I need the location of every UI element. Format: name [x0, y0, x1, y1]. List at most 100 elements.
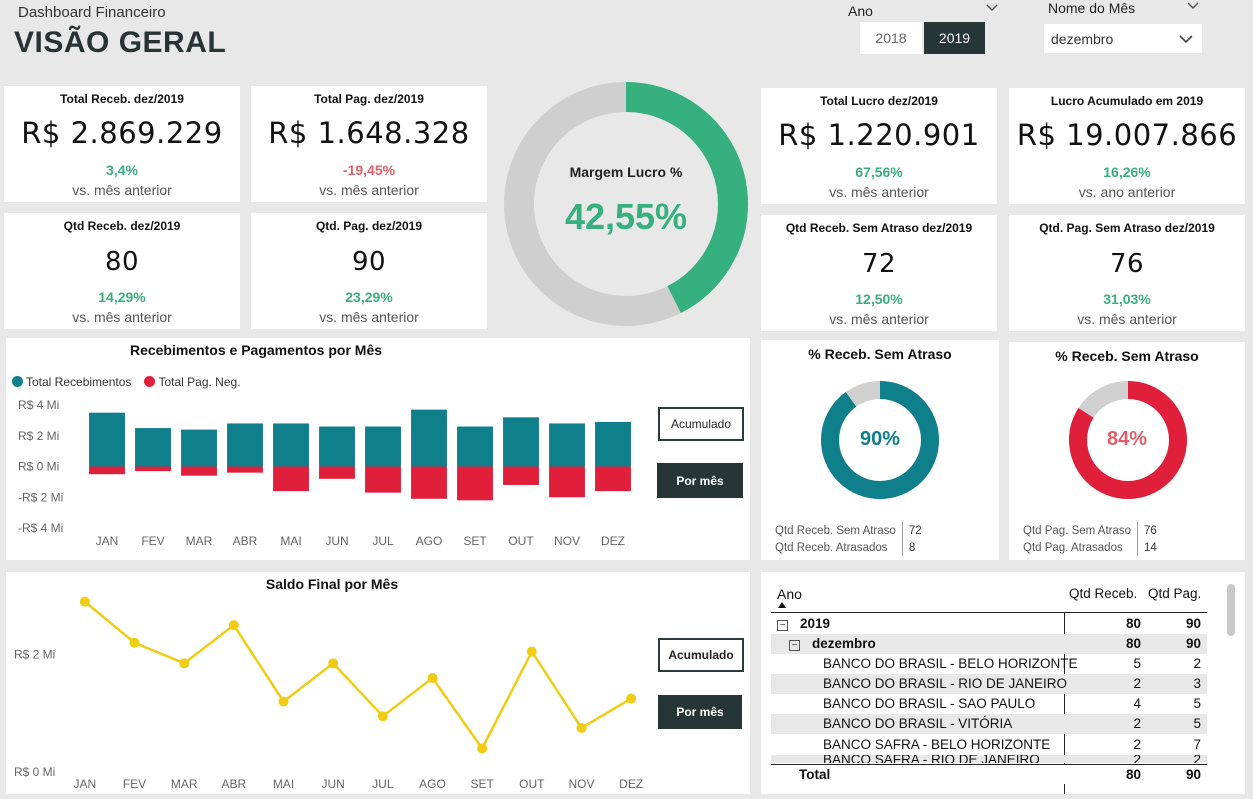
kpi-sub: vs. mês anterior	[319, 309, 419, 325]
matrix-header-qtd-pag[interactable]: Qtd Pag.	[1148, 586, 1201, 601]
kpi-title: Qtd Receb. dez/2019	[63, 219, 181, 233]
receb-donut-chart	[821, 381, 939, 499]
data-point	[427, 673, 438, 683]
row-label: Qtd Receb. Sem Atraso	[775, 524, 896, 537]
kpi-value: 72	[861, 249, 897, 279]
month-label: dezembro	[812, 636, 876, 651]
kpi-delta: 67,56%	[855, 164, 903, 180]
acumulado-button[interactable]: Acumulado	[658, 638, 744, 672]
row-label: Total	[799, 767, 831, 782]
table-row[interactable]: BANCO SAFRA - BELO HORIZONTE 2 7	[771, 735, 1207, 755]
bar-recebimentos	[549, 423, 585, 467]
por-mes-button[interactable]: Por mês	[657, 463, 743, 498]
pag-donut-card: % Receb. Sem Atraso 84% Qtd Pag. Sem Atr…	[1009, 342, 1245, 560]
table-row[interactable]: BANCO DO BRASIL - BELO HORIZONTE 5 2	[771, 654, 1207, 674]
month-slicer-collapse-icon[interactable]	[1186, 0, 1200, 14]
row-label: BANCO DO BRASIL - VITÓRIA	[823, 716, 1013, 731]
chevron-down-icon	[1178, 31, 1194, 50]
x-tick-label: AGO	[416, 534, 443, 548]
bar-pagamentos	[319, 466, 355, 479]
year-label: 2019	[800, 616, 831, 631]
x-tick-label: AGO	[419, 777, 446, 791]
line-chart-card: Saldo Final por Mês R$ 2 Mi R$ 0 Mi JAN FEV…	[6, 572, 750, 794]
kpi-title: Qtd. Pag. Sem Atraso dez/2019	[1039, 221, 1215, 235]
data-point	[129, 637, 140, 648]
y-tick-label: R$ 0 Mi	[18, 460, 59, 474]
matrix-header-qtd-receb[interactable]: Qtd Receb.	[1069, 586, 1137, 601]
matrix-row-total: Total 80 90	[771, 764, 1207, 784]
kpi-delta: 16,26%	[1103, 164, 1151, 180]
bar-recebimentos	[181, 429, 217, 467]
margin-donut-chart: Margem Lucro % 42,55%	[500, 78, 752, 330]
row-value: 4	[1133, 696, 1141, 711]
table-row[interactable]: BANCO DO BRASIL - RIO DE JANEIRO 2 3	[771, 674, 1207, 694]
kpi-delta: 3,4%	[106, 162, 138, 178]
bar-recebimentos	[365, 426, 401, 467]
year-option-2018[interactable]: 2018	[860, 22, 922, 54]
kpi-card-lucro-acumulado: Lucro Acumulado em 2019 R$ 19.007.866 16…	[1009, 88, 1245, 204]
row-value: 5	[1193, 696, 1201, 711]
y-tick-label: R$ 2 Mi	[18, 429, 59, 443]
row-value: 8	[901, 539, 928, 556]
row-label: Qtd Pag. Sem Atraso	[1023, 524, 1132, 537]
row-value: 76	[1137, 522, 1163, 539]
kpi-value: R$ 19.007.866	[1016, 118, 1238, 152]
table-row[interactable]: BANCO SAFRA - RIO DE JANEIRO 2 2	[771, 755, 1207, 763]
x-tick-label: JUN	[325, 534, 348, 548]
row-value: 5	[1193, 716, 1201, 731]
month-dropdown-value: dezembro	[1051, 31, 1114, 47]
matrix-row-year[interactable]: − 2019 80 90	[771, 614, 1207, 634]
y-tick-label: -R$ 2 Mi	[18, 490, 63, 504]
row-label: Qtd Pag. Atrasados	[1023, 541, 1123, 554]
pag-summary-table: Qtd Pag. Sem Atraso 76 Qtd Pag. Atrasados…	[1017, 522, 1163, 556]
row-value: 7	[1193, 737, 1201, 752]
row-label: BANCO DO BRASIL - BELO HORIZONTE	[823, 656, 1078, 671]
row-label-cell: − 2019	[777, 614, 830, 634]
bar-chart-card: Recebimentos e Pagamentos por Mês Total …	[6, 338, 750, 560]
y-tick-label: R$ 2 Mi	[14, 648, 55, 662]
table-row: Qtd Receb. Atrasados 8	[769, 539, 928, 556]
matrix-row-month[interactable]: − dezembro 80 90	[771, 634, 1207, 654]
collapse-icon[interactable]: −	[777, 620, 788, 631]
month-dropdown[interactable]: dezembro	[1044, 24, 1202, 53]
x-tick-label: MAI	[273, 777, 294, 791]
pag-donut-title: % Receb. Sem Atraso	[1055, 348, 1199, 364]
bar-recebimentos	[595, 421, 631, 467]
matrix-scrollbar[interactable]	[1227, 584, 1235, 636]
por-mes-button[interactable]: Por mês	[658, 695, 742, 729]
row-value: 2	[1133, 737, 1141, 752]
table-row[interactable]: BANCO DO BRASIL - VITÓRIA 2 5	[771, 714, 1207, 734]
kpi-sub: vs. mês anterior	[829, 311, 929, 327]
x-tick-label: FEV	[123, 777, 146, 791]
table-row[interactable]: BANCO DO BRASIL - SAO PAULO 4 5	[771, 694, 1207, 714]
collapse-icon[interactable]: −	[789, 640, 800, 651]
row-value: 2	[1133, 755, 1141, 763]
kpi-title: Qtd. Pag. dez/2019	[315, 219, 423, 233]
row-label: BANCO SAFRA - BELO HORIZONTE	[823, 737, 1051, 752]
row-value: 2	[1193, 656, 1201, 671]
row-value: 80	[1125, 636, 1141, 651]
acumulado-button[interactable]: Acumulado	[658, 407, 744, 441]
row-value: 2	[1133, 716, 1141, 731]
row-value: 14	[1137, 539, 1163, 556]
year-option-2019[interactable]: 2019	[924, 22, 985, 54]
kpi-value: 90	[351, 247, 387, 277]
table-row: Qtd Pag. Sem Atraso 76	[1017, 522, 1163, 539]
x-tick-label: MAR	[186, 534, 213, 548]
receb-summary-table: Qtd Receb. Sem Atraso 72 Qtd Receb. Atras…	[769, 522, 928, 556]
x-tick-label: NOV	[568, 777, 594, 791]
x-tick-label: JUL	[372, 777, 394, 791]
x-tick-label: JUN	[321, 777, 344, 791]
row-label: BANCO SAFRA - RIO DE JANEIRO	[823, 755, 1040, 763]
kpi-sub: vs. mês anterior	[72, 309, 172, 325]
bar-pagamentos	[273, 466, 309, 492]
year-slicer-chevron-icon[interactable]	[985, 0, 999, 16]
bar-pagamentos	[181, 466, 217, 476]
bar-pagamentos	[89, 466, 125, 475]
kpi-sub: vs. ano anterior	[1078, 184, 1176, 200]
y-tick-label: -R$ 4 Mi	[18, 521, 63, 535]
data-point	[328, 658, 339, 669]
bar-pagamentos	[135, 466, 171, 472]
data-point	[626, 693, 637, 704]
matrix-header-ano[interactable]: Ano	[777, 586, 802, 602]
